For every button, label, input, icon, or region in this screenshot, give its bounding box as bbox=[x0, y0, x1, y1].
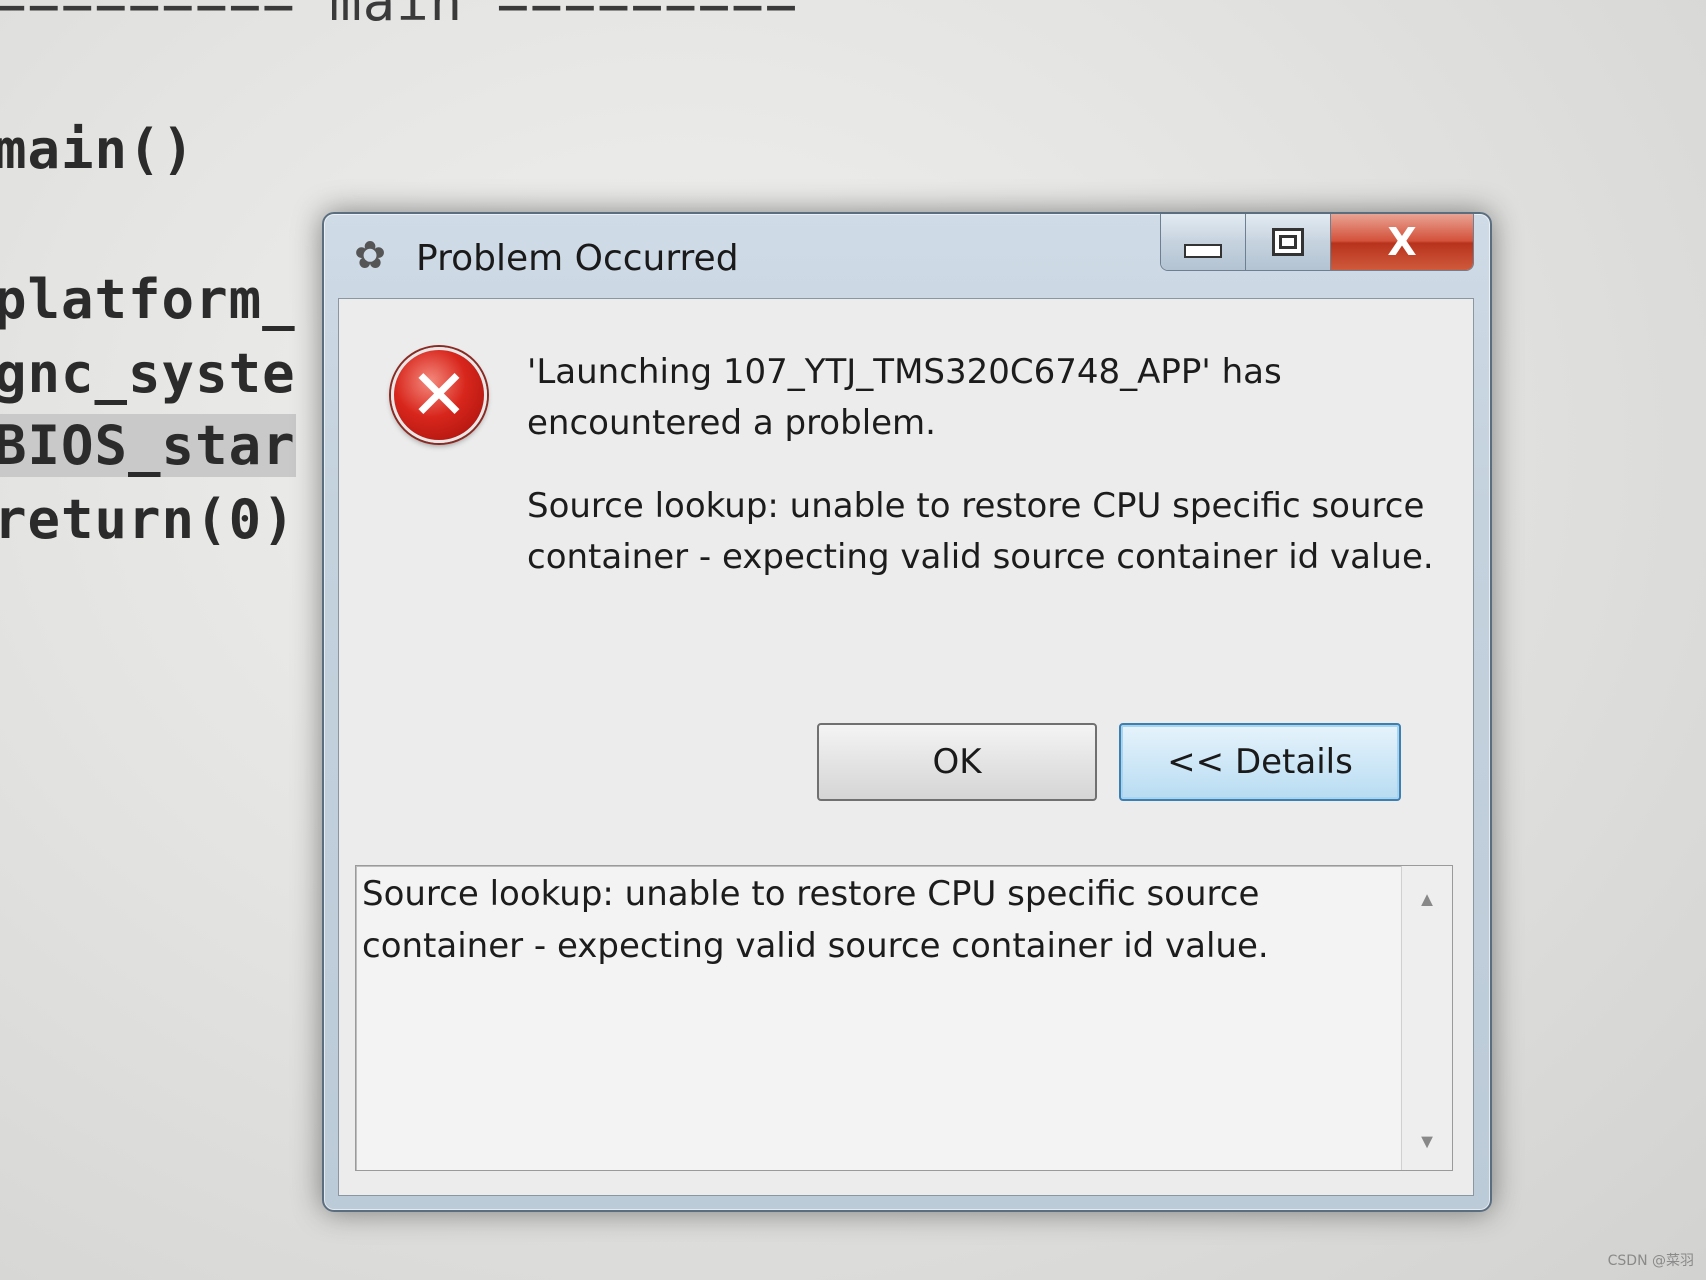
vertical-scrollbar[interactable]: ▲ ▼ bbox=[1401, 866, 1452, 1170]
code-line-highlighted: BIOS_star bbox=[0, 414, 296, 477]
dialog-title: Problem Occurred bbox=[416, 238, 739, 279]
dialog-client-area: ✕ 'Launching 107_YTJ_TMS320C6748_APP' ha… bbox=[338, 298, 1474, 1196]
message-headline: 'Launching 107_YTJ_TMS320C6748_APP' has … bbox=[527, 352, 1282, 443]
close-icon: X bbox=[1387, 220, 1417, 264]
maximize-button[interactable] bbox=[1246, 214, 1331, 270]
title-bar[interactable]: ✿ Problem Occurred X bbox=[324, 214, 1490, 298]
code-line: main() bbox=[0, 118, 196, 181]
eclipse-app-icon: ✿ bbox=[354, 235, 386, 277]
details-text: Source lookup: unable to restore CPU spe… bbox=[362, 874, 1269, 966]
minimize-button[interactable] bbox=[1161, 214, 1246, 270]
problem-dialog: ✿ Problem Occurred X ✕ 'Launching 107_YT… bbox=[322, 212, 1492, 1212]
message-detail: Source lookup: unable to restore CPU spe… bbox=[527, 486, 1434, 577]
details-button[interactable]: << Details bbox=[1119, 723, 1401, 801]
error-icon: ✕ bbox=[391, 347, 487, 443]
minimize-icon bbox=[1184, 244, 1222, 258]
scroll-up-icon[interactable]: ▲ bbox=[1402, 880, 1452, 920]
window-controls: X bbox=[1160, 214, 1474, 271]
code-line: gnc_syste bbox=[0, 342, 296, 405]
maximize-icon bbox=[1272, 228, 1304, 256]
scroll-down-icon[interactable]: ▼ bbox=[1402, 1122, 1452, 1162]
ok-button[interactable]: OK bbox=[817, 723, 1097, 801]
watermark: CSDN @菜羽 bbox=[1607, 1253, 1694, 1269]
code-line: ========= main ========= bbox=[0, 0, 799, 33]
code-line: platform_ bbox=[0, 268, 296, 331]
close-button[interactable]: X bbox=[1331, 214, 1473, 270]
details-text-area[interactable]: Source lookup: unable to restore CPU spe… bbox=[355, 865, 1453, 1171]
code-line: return(0) bbox=[0, 488, 296, 551]
